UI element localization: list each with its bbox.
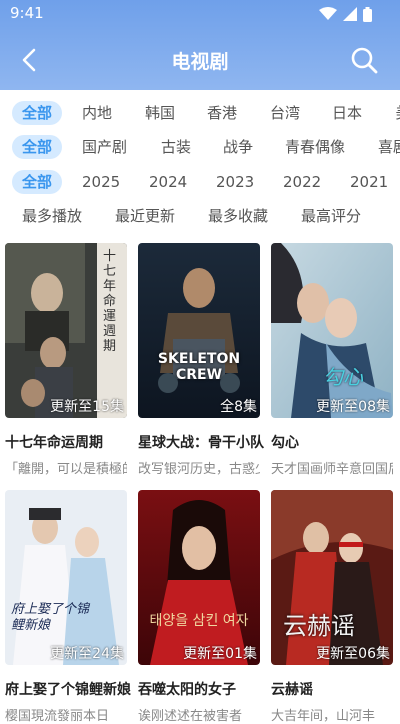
page-title: 电视剧: [171, 51, 229, 73]
item-desc: 天才国画师辛意回国后: [271, 462, 393, 477]
poster-text: 태양을 삼킨 여자: [149, 613, 249, 629]
poster-image: SKELETON CREW 全8集: [138, 243, 260, 418]
filter-genre-domestic[interactable]: 国产剧: [82, 135, 127, 159]
item-desc: 改写银河历史，古惑少年: [138, 462, 260, 477]
poster-text: SKELETON CREW: [157, 351, 241, 383]
item-desc: 樱国現流發丽本日: [5, 709, 110, 724]
episode-badge: 更新至24集: [50, 646, 124, 662]
episode-badge: 更新至15集: [50, 399, 124, 415]
wifi-icon: [319, 7, 337, 20]
item-title: 吞噬太阳的女子: [138, 682, 236, 698]
poster-text: 勾心: [323, 365, 363, 389]
filter-row-region: 全部 内地 韩国 香港 台湾 日本 美: [0, 97, 400, 129]
filter-row-sort: 最多播放 最近更新 最多收藏 最高评分: [0, 200, 400, 232]
item-title: 十七年命运周期: [5, 435, 103, 451]
sort-most-favorited[interactable]: 最多收藏: [208, 204, 268, 228]
poster-image: 태양을 삼킨 여자 更新至01集: [138, 490, 260, 665]
sort-recently-updated[interactable]: 最近更新: [115, 204, 175, 228]
filter-genre-comedy[interactable]: 喜剧: [378, 135, 400, 159]
poster-image: 十七年命運週期 更新至15集: [5, 243, 127, 418]
filter-region-hongkong[interactable]: 香港: [207, 101, 237, 125]
drama-card[interactable]: SKELETON CREW 全8集 星球大战：骨干小队 改写银河历史，古惑少年: [138, 243, 264, 477]
item-desc: 诶刚述述在被害者: [138, 709, 243, 724]
item-desc: 大吉年间，山河丰: [271, 709, 376, 724]
filter-region-mainland[interactable]: 内地: [82, 101, 112, 125]
item-desc: 「離開，可以是積極的: [5, 462, 127, 477]
drama-card[interactable]: 府上娶了个锦鲤新娘 更新至24集 府上娶了个锦鲤新娘 樱国現流發丽本日: [5, 490, 131, 724]
filter-year-2023[interactable]: 2023: [216, 170, 254, 194]
filter-row-year: 全部 2025 2024 2023 2022 2021: [0, 166, 400, 198]
poster-image: 云赫谣 更新至06集: [271, 490, 393, 665]
filter-region-korea[interactable]: 韩国: [145, 101, 175, 125]
poster-text: 府上娶了个锦鲤新娘: [11, 602, 90, 633]
drama-card[interactable]: 云赫谣 更新至06集 云赫谣 大吉年间，山河丰: [271, 490, 393, 724]
filter-genre-war[interactable]: 战争: [223, 135, 253, 159]
drama-card[interactable]: 勾心 更新至08集 勾心 天才国画师辛意回国后: [271, 243, 393, 477]
item-title: 府上娶了个锦鲤新娘: [5, 682, 131, 698]
filter-year-2025[interactable]: 2025: [82, 170, 120, 194]
header-bar: 9:41 电视剧: [0, 0, 400, 90]
chevron-left-icon: [22, 48, 36, 72]
episode-badge: 更新至01集: [183, 646, 257, 662]
episode-badge: 更新至08集: [316, 399, 390, 415]
signal-icon: [343, 7, 357, 21]
filter-year-2021[interactable]: 2021: [350, 170, 388, 194]
item-title: 星球大战：骨干小队: [138, 435, 264, 451]
battery-icon: [363, 6, 372, 22]
filter-region-all[interactable]: 全部: [12, 101, 62, 125]
back-button[interactable]: [14, 44, 46, 76]
episode-badge: 全8集: [220, 399, 257, 415]
filter-row-genre: 全部 国产剧 古装 战争 青春偶像 喜剧: [0, 131, 400, 163]
poster-image: 勾心 更新至08集: [271, 243, 393, 418]
drama-card[interactable]: 十七年命運週期 更新至15集 十七年命运周期 「離開，可以是積極的: [5, 243, 127, 477]
status-bar: 9:41: [0, 0, 400, 28]
filter-year-2024[interactable]: 2024: [149, 170, 187, 194]
sort-highest-rated[interactable]: 最高评分: [301, 204, 361, 228]
filter-genre-all[interactable]: 全部: [12, 135, 62, 159]
search-icon: [351, 47, 378, 74]
episode-badge: 更新至06集: [316, 646, 390, 662]
status-time: 9:41: [10, 4, 44, 22]
drama-card[interactable]: 태양을 삼킨 여자 更新至01集 吞噬太阳的女子 诶刚述述在被害者: [138, 490, 260, 724]
status-icons: [319, 6, 372, 22]
poster-image: 府上娶了个锦鲤新娘 更新至24集: [5, 490, 127, 665]
filter-year-all[interactable]: 全部: [12, 170, 62, 194]
sort-most-played[interactable]: 最多播放: [22, 204, 82, 228]
filter-region-japan[interactable]: 日本: [332, 101, 362, 125]
item-title: 云赫谣: [271, 682, 313, 698]
filter-genre-youth[interactable]: 青春偶像: [285, 135, 345, 159]
poster-text: 十七年命運週期: [103, 249, 117, 354]
search-button[interactable]: [348, 44, 380, 76]
filter-region-taiwan[interactable]: 台湾: [270, 101, 300, 125]
poster-text: 云赫谣: [283, 612, 355, 640]
item-title: 勾心: [271, 435, 299, 451]
filter-region-usa[interactable]: 美: [393, 101, 400, 125]
filter-year-2022[interactable]: 2022: [283, 170, 321, 194]
filter-genre-costume[interactable]: 古装: [161, 135, 191, 159]
